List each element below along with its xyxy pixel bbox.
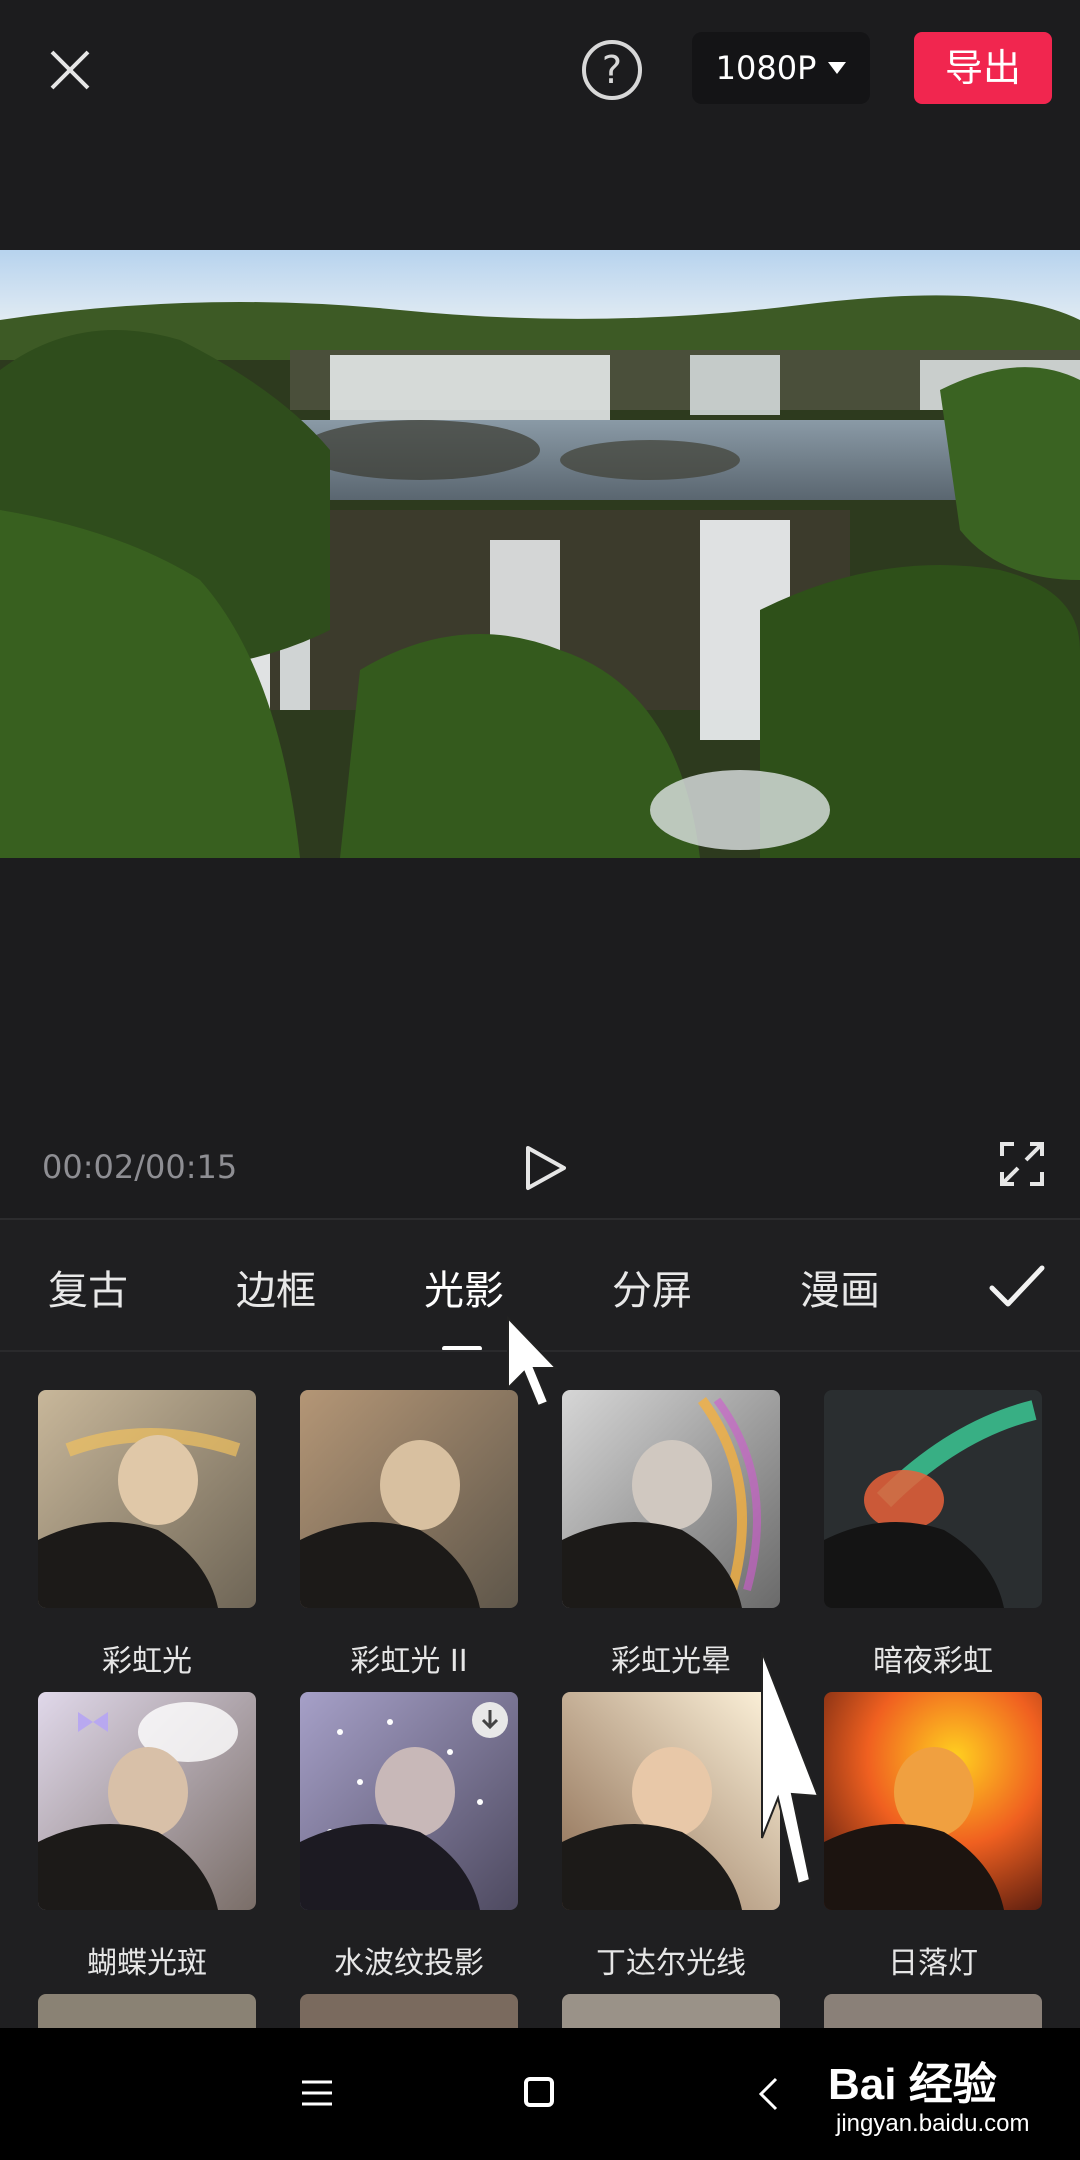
effect-tile[interactable] <box>38 1994 256 2028</box>
effect-tile-butterfly-bokeh[interactable] <box>38 1692 256 1910</box>
effect-label: 日落灯 <box>888 1946 978 1981</box>
effect-tile-night-rainbow[interactable] <box>824 1390 1042 1608</box>
effect-tile-rainbow-light[interactable] <box>38 1390 256 1608</box>
effects-grid: 彩虹光 彩虹光 II 彩虹光晕 暗夜彩虹 蝴蝶光斑 水波纹投影 丁达尔光线 日落… <box>0 1352 1080 2028</box>
watermark-url: jingyan.baidu.com <box>836 2110 1030 2137</box>
close-icon <box>50 50 90 90</box>
tab-border[interactable]: 边框 <box>236 1258 316 1316</box>
fullscreen-button[interactable] <box>998 1140 1046 1188</box>
effect-label: 彩虹光 <box>102 1644 192 1679</box>
play-button[interactable] <box>516 1140 572 1196</box>
effect-tile-sunset-lamp[interactable] <box>824 1692 1042 1910</box>
effect-label: 蝴蝶光斑 <box>87 1946 207 1981</box>
effect-label: 暗夜彩虹 <box>873 1644 993 1679</box>
home-icon[interactable] <box>524 2077 554 2107</box>
playback-time: 00:02/00:15 <box>42 1148 238 1186</box>
help-button[interactable]: ? <box>582 40 642 100</box>
tab-light-shadow[interactable]: 光影 <box>424 1258 504 1316</box>
question-circle-icon: ? <box>601 48 623 92</box>
effect-tile[interactable] <box>300 1994 518 2028</box>
fullscreen-icon <box>1000 1142 1044 1186</box>
confirm-button[interactable] <box>988 1262 1046 1312</box>
resolution-label: 1080P <box>715 49 817 87</box>
effect-thumbnail <box>562 1692 780 1910</box>
export-button[interactable]: 导出 <box>914 32 1052 104</box>
effect-thumbnail <box>300 1390 518 1608</box>
effect-tile-rainbow-light-2[interactable] <box>300 1390 518 1608</box>
tab-comic[interactable]: 漫画 <box>800 1258 880 1316</box>
close-button[interactable] <box>40 40 100 100</box>
caret-down-icon <box>828 62 847 74</box>
pointer-cursor-icon <box>761 1651 820 1886</box>
effect-tile[interactable] <box>562 1994 780 2028</box>
tab-retro[interactable]: 复古 <box>48 1258 128 1316</box>
checkmark-icon <box>989 1265 1045 1307</box>
video-preview[interactable] <box>0 250 1080 858</box>
menu-icon[interactable] <box>300 2078 334 2108</box>
effect-thumbnail <box>824 1390 1042 1608</box>
effect-label: 彩虹光 II <box>350 1644 468 1679</box>
effect-thumbnail <box>562 1390 780 1608</box>
effect-label: 水波纹投影 <box>334 1946 484 1981</box>
play-icon <box>526 1146 566 1190</box>
effect-thumbnail <box>38 1692 256 1910</box>
download-icon <box>472 1702 508 1738</box>
waterfall-video-frame <box>0 250 1080 858</box>
effect-tile-tyndall-light[interactable] <box>562 1692 780 1910</box>
effect-label: 丁达尔光线 <box>596 1946 746 1981</box>
effect-tile-rainbow-halo[interactable] <box>562 1390 780 1608</box>
effect-thumbnail <box>38 1390 256 1608</box>
effect-tile[interactable] <box>824 1994 1042 2028</box>
pointer-cursor-icon <box>507 1315 559 1408</box>
back-icon[interactable] <box>756 2076 780 2112</box>
resolution-dropdown[interactable]: 1080P <box>692 32 870 104</box>
preview-area <box>0 250 1080 1218</box>
effect-thumbnail <box>824 1692 1042 1910</box>
tab-split-screen[interactable]: 分屏 <box>612 1258 692 1316</box>
watermark-brand: Bai 经验 <box>828 2060 997 2109</box>
baidu-jingyan-watermark: Bai 经验 jingyan.baidu.com <box>828 2040 1068 2152</box>
effect-tile-water-ripple[interactable] <box>300 1692 518 1910</box>
